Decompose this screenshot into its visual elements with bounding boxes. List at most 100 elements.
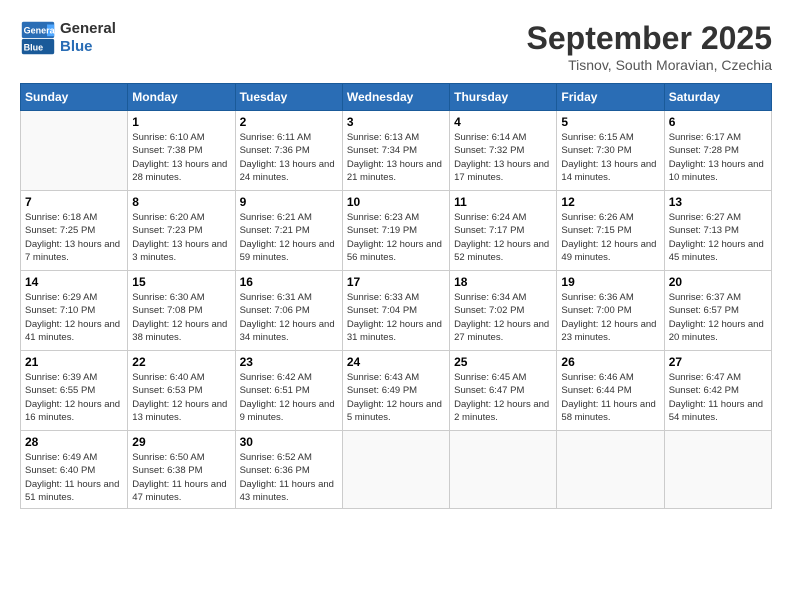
day-number: 21 xyxy=(25,355,123,369)
calendar-cell: 5Sunrise: 6:15 AMSunset: 7:30 PMDaylight… xyxy=(557,111,664,191)
day-number: 12 xyxy=(561,195,659,209)
day-info: Sunrise: 6:45 AMSunset: 6:47 PMDaylight:… xyxy=(454,371,552,424)
day-number: 11 xyxy=(454,195,552,209)
calendar-cell: 11Sunrise: 6:24 AMSunset: 7:17 PMDayligh… xyxy=(450,191,557,271)
day-number: 25 xyxy=(454,355,552,369)
day-number: 24 xyxy=(347,355,445,369)
day-info: Sunrise: 6:17 AMSunset: 7:28 PMDaylight:… xyxy=(669,131,767,184)
day-number: 28 xyxy=(25,435,123,449)
day-number: 3 xyxy=(347,115,445,129)
day-info: Sunrise: 6:40 AMSunset: 6:53 PMDaylight:… xyxy=(132,371,230,424)
logo-icon: General Blue xyxy=(20,20,56,56)
day-info: Sunrise: 6:39 AMSunset: 6:55 PMDaylight:… xyxy=(25,371,123,424)
day-number: 27 xyxy=(669,355,767,369)
weekday-header-friday: Friday xyxy=(557,84,664,111)
day-info: Sunrise: 6:49 AMSunset: 6:40 PMDaylight:… xyxy=(25,451,123,504)
day-info: Sunrise: 6:46 AMSunset: 6:44 PMDaylight:… xyxy=(561,371,659,424)
calendar-cell: 10Sunrise: 6:23 AMSunset: 7:19 PMDayligh… xyxy=(342,191,449,271)
day-info: Sunrise: 6:11 AMSunset: 7:36 PMDaylight:… xyxy=(240,131,338,184)
calendar-cell: 22 Sunrise: 6:40 AMSunset: 6:53 PMDayligh… xyxy=(128,351,235,431)
calendar-cell: 1 Sunrise: 6:10 AMSunset: 7:38 PMDaylight… xyxy=(128,111,235,191)
logo-general-text: General xyxy=(60,20,116,38)
day-info: Sunrise: 6:29 AMSunset: 7:10 PMDaylight:… xyxy=(25,291,123,344)
weekday-header-monday: Monday xyxy=(128,84,235,111)
day-number: 23 xyxy=(240,355,338,369)
day-info: Sunrise: 6:43 AMSunset: 6:49 PMDaylight:… xyxy=(347,371,445,424)
calendar-week-2: 14 Sunrise: 6:29 AMSunset: 7:10 PMDayligh… xyxy=(21,271,772,351)
weekday-header-saturday: Saturday xyxy=(664,84,771,111)
calendar-cell: 12 Sunrise: 6:26 AMSunset: 7:15 PMDayligh… xyxy=(557,191,664,271)
day-info: Sunrise: 6:15 AMSunset: 7:30 PMDaylight:… xyxy=(561,131,659,184)
calendar-cell: 25 Sunrise: 6:45 AMSunset: 6:47 PMDayligh… xyxy=(450,351,557,431)
location-subtitle: Tisnov, South Moravian, Czechia xyxy=(527,57,772,73)
day-info: Sunrise: 6:31 AMSunset: 7:06 PMDaylight:… xyxy=(240,291,338,344)
day-number: 17 xyxy=(347,275,445,289)
calendar-cell: 23 Sunrise: 6:42 AMSunset: 6:51 PMDayligh… xyxy=(235,351,342,431)
calendar-cell: 27 Sunrise: 6:47 AMSunset: 6:42 PMDayligh… xyxy=(664,351,771,431)
day-number: 9 xyxy=(240,195,338,209)
day-info: Sunrise: 6:30 AMSunset: 7:08 PMDaylight:… xyxy=(132,291,230,344)
calendar-cell xyxy=(557,431,664,509)
calendar-week-0: 1 Sunrise: 6:10 AMSunset: 7:38 PMDaylight… xyxy=(21,111,772,191)
day-number: 20 xyxy=(669,275,767,289)
weekday-header-thursday: Thursday xyxy=(450,84,557,111)
day-number: 26 xyxy=(561,355,659,369)
title-block: September 2025 Tisnov, South Moravian, C… xyxy=(527,20,772,73)
calendar-cell: 15 Sunrise: 6:30 AMSunset: 7:08 PMDayligh… xyxy=(128,271,235,351)
weekday-header-row: SundayMondayTuesdayWednesdayThursdayFrid… xyxy=(21,84,772,111)
day-number: 1 xyxy=(132,115,230,129)
weekday-header-sunday: Sunday xyxy=(21,84,128,111)
month-title: September 2025 xyxy=(527,20,772,57)
day-info: Sunrise: 6:14 AMSunset: 7:32 PMDaylight:… xyxy=(454,131,552,184)
day-info: Sunrise: 6:47 AMSunset: 6:42 PMDaylight:… xyxy=(669,371,767,424)
day-number: 4 xyxy=(454,115,552,129)
day-info: Sunrise: 6:26 AMSunset: 7:15 PMDaylight:… xyxy=(561,211,659,264)
day-number: 29 xyxy=(132,435,230,449)
calendar-table: SundayMondayTuesdayWednesdayThursdayFrid… xyxy=(20,83,772,509)
calendar-cell: 29 Sunrise: 6:50 AMSunset: 6:38 PMDayligh… xyxy=(128,431,235,509)
weekday-header-tuesday: Tuesday xyxy=(235,84,342,111)
calendar-week-4: 28 Sunrise: 6:49 AMSunset: 6:40 PMDayligh… xyxy=(21,431,772,509)
logo: General Blue General Blue xyxy=(20,20,116,56)
day-number: 30 xyxy=(240,435,338,449)
day-info: Sunrise: 6:36 AMSunset: 7:00 PMDaylight:… xyxy=(561,291,659,344)
day-info: Sunrise: 6:33 AMSunset: 7:04 PMDaylight:… xyxy=(347,291,445,344)
calendar-week-3: 21 Sunrise: 6:39 AMSunset: 6:55 PMDayligh… xyxy=(21,351,772,431)
day-number: 16 xyxy=(240,275,338,289)
day-number: 7 xyxy=(25,195,123,209)
calendar-cell: 28 Sunrise: 6:49 AMSunset: 6:40 PMDayligh… xyxy=(21,431,128,509)
day-number: 14 xyxy=(25,275,123,289)
calendar-cell: 20 Sunrise: 6:37 AMSunset: 6:57 PMDayligh… xyxy=(664,271,771,351)
calendar-cell: 17 Sunrise: 6:33 AMSunset: 7:04 PMDayligh… xyxy=(342,271,449,351)
calendar-cell xyxy=(664,431,771,509)
day-info: Sunrise: 6:21 AMSunset: 7:21 PMDaylight:… xyxy=(240,211,338,264)
day-info: Sunrise: 6:37 AMSunset: 6:57 PMDaylight:… xyxy=(669,291,767,344)
day-info: Sunrise: 6:50 AMSunset: 6:38 PMDaylight:… xyxy=(132,451,230,504)
day-number: 6 xyxy=(669,115,767,129)
calendar-cell xyxy=(450,431,557,509)
calendar-cell: 30Sunrise: 6:52 AMSunset: 6:36 PMDayligh… xyxy=(235,431,342,509)
day-number: 2 xyxy=(240,115,338,129)
calendar-cell: 2 Sunrise: 6:11 AMSunset: 7:36 PMDaylight… xyxy=(235,111,342,191)
page-header: General Blue General Blue September 2025… xyxy=(20,20,772,73)
day-number: 22 xyxy=(132,355,230,369)
day-number: 8 xyxy=(132,195,230,209)
svg-text:Blue: Blue xyxy=(24,43,44,53)
calendar-cell: 14 Sunrise: 6:29 AMSunset: 7:10 PMDayligh… xyxy=(21,271,128,351)
day-number: 15 xyxy=(132,275,230,289)
calendar-week-1: 7 Sunrise: 6:18 AMSunset: 7:25 PMDaylight… xyxy=(21,191,772,271)
day-info: Sunrise: 6:23 AMSunset: 7:19 PMDaylight:… xyxy=(347,211,445,264)
day-info: Sunrise: 6:10 AMSunset: 7:38 PMDaylight:… xyxy=(132,131,230,184)
day-number: 18 xyxy=(454,275,552,289)
day-info: Sunrise: 6:13 AMSunset: 7:34 PMDaylight:… xyxy=(347,131,445,184)
day-info: Sunrise: 6:42 AMSunset: 6:51 PMDaylight:… xyxy=(240,371,338,424)
calendar-cell: 18Sunrise: 6:34 AMSunset: 7:02 PMDayligh… xyxy=(450,271,557,351)
day-number: 13 xyxy=(669,195,767,209)
logo-blue-text: Blue xyxy=(60,38,116,56)
day-info: Sunrise: 6:18 AMSunset: 7:25 PMDaylight:… xyxy=(25,211,123,264)
calendar-cell: 13Sunrise: 6:27 AMSunset: 7:13 PMDayligh… xyxy=(664,191,771,271)
calendar-cell: 19Sunrise: 6:36 AMSunset: 7:00 PMDayligh… xyxy=(557,271,664,351)
svg-text:General: General xyxy=(24,26,56,36)
calendar-cell xyxy=(342,431,449,509)
calendar-cell: 4 Sunrise: 6:14 AMSunset: 7:32 PMDaylight… xyxy=(450,111,557,191)
